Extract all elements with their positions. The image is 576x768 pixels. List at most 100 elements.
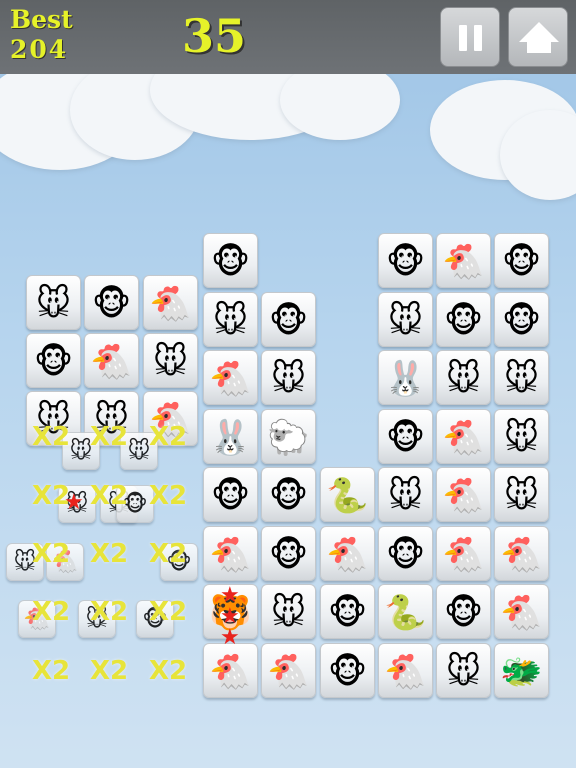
tile-monkey[interactable]: 🐵 [261, 467, 316, 522]
tile-monkey[interactable]: 🐵 [378, 233, 433, 288]
tile-rabbit[interactable]: 🐰 [378, 350, 433, 405]
mouse-icon: 🐭 [152, 341, 189, 382]
tile-monkey[interactable]: 🐵 [378, 409, 433, 464]
monkey-icon: 🐵 [327, 651, 368, 692]
monkey-icon: 🐵 [501, 300, 542, 341]
tile-sheep[interactable]: 🐑 [261, 409, 316, 464]
monkey-icon: 🐵 [327, 592, 368, 633]
multiplier-label: X2 [32, 656, 71, 686]
rooster-icon: 🐔 [442, 534, 485, 575]
monkey-icon: 🐵 [210, 241, 251, 282]
multiplier-label: X2 [149, 597, 188, 627]
tile-mouse[interactable]: 🐭 [378, 292, 433, 347]
tile-rooster[interactable]: 🐔 [378, 643, 433, 698]
rooster-icon: 🐔 [500, 534, 543, 575]
tile-monkey[interactable]: 🐵 [261, 526, 316, 581]
tile-rabbit[interactable]: 🐰 [203, 409, 258, 464]
monkey-icon: 🐵 [268, 534, 309, 575]
multiplier-label: X2 [90, 481, 129, 511]
monkey-icon: 🐵 [33, 341, 74, 382]
tile-monkey[interactable]: 🐵 [320, 643, 375, 698]
multiplier-label: X2 [90, 656, 129, 686]
tile-rooster[interactable]: 🐔 [203, 643, 258, 698]
monkey-icon: 🐵 [501, 241, 542, 282]
tile-mouse[interactable]: 🐭 [203, 292, 258, 347]
mouse-icon: 🐭 [445, 358, 482, 399]
rooster-icon: 🐔 [326, 534, 369, 575]
multiplier-label: X2 [90, 539, 129, 569]
tile-mouse[interactable]: 🐭 [494, 467, 549, 522]
mouse-icon: 🐭 [503, 475, 540, 516]
star-icon: ★ [220, 625, 240, 650]
tile-monkey[interactable]: 🐵 [494, 292, 549, 347]
tile-monkey[interactable]: 🐵 [84, 275, 139, 330]
monkey-icon: 🐵 [268, 300, 309, 341]
tile-rooster[interactable]: 🐔 [494, 526, 549, 581]
tile-mouse[interactable]: 🐭 [494, 409, 549, 464]
multiplier-label: X2 [32, 539, 71, 569]
tile-mouse[interactable]: 🐭 [261, 350, 316, 405]
multiplier-label: X2 [149, 481, 188, 511]
tile-monkey[interactable]: 🐵 [203, 233, 258, 288]
tile-rooster[interactable]: 🐔 [203, 350, 258, 405]
tile-mouse[interactable]: 🐭 [436, 350, 491, 405]
tile-snake[interactable]: 🐍 [320, 467, 375, 522]
rooster-icon: 🐔 [500, 592, 543, 633]
rooster-icon: 🐔 [209, 651, 252, 692]
snake-icon: 🐍 [384, 592, 427, 633]
tile-rooster[interactable]: 🐔 [436, 409, 491, 464]
multiplier-label: X2 [149, 656, 188, 686]
monkey-icon: 🐵 [268, 475, 309, 516]
rabbit-icon: 🐰 [209, 417, 252, 458]
tile-monkey[interactable]: 🐵 [203, 467, 258, 522]
tile-rooster[interactable]: 🐔 [436, 467, 491, 522]
tile-monkey[interactable]: 🐵 [26, 333, 81, 388]
multiplier-label: X2 [149, 422, 188, 452]
tile-mouse[interactable]: 🐭 [261, 584, 316, 639]
multiplier-label: X2 [32, 422, 71, 452]
mouse-icon: 🐭 [212, 300, 249, 341]
tile-monkey[interactable]: 🐵 [436, 584, 491, 639]
mouse-icon: 🐭 [503, 358, 540, 399]
tile-rooster[interactable]: 🐔 [436, 233, 491, 288]
rooster-icon: 🐔 [442, 241, 485, 282]
monkey-icon: 🐵 [443, 592, 484, 633]
monkey-icon: 🐵 [91, 283, 132, 324]
tile-monkey[interactable]: 🐵 [494, 233, 549, 288]
mouse-icon: 🐭 [127, 438, 151, 464]
multiplier-label: X2 [149, 539, 188, 569]
tile-rooster[interactable]: 🐔 [320, 526, 375, 581]
tile-mouse[interactable]: 🐭 [143, 333, 198, 388]
tile-dragon[interactable]: 🐲 [494, 643, 549, 698]
mouse-icon: 🐭 [445, 651, 482, 692]
tile-monkey[interactable]: 🐵 [436, 292, 491, 347]
tile-mouse[interactable]: 🐭 [494, 350, 549, 405]
multiplier-label: X2 [90, 422, 129, 452]
tile-monkey[interactable]: 🐵 [378, 526, 433, 581]
rooster-icon: 🐔 [149, 283, 192, 324]
tile-rooster[interactable]: 🐔 [436, 526, 491, 581]
rooster-icon: 🐔 [267, 651, 310, 692]
mouse-icon: 🐭 [35, 283, 72, 324]
rooster-icon: 🐔 [442, 475, 485, 516]
rooster-icon: 🐔 [442, 417, 485, 458]
tile-rooster[interactable]: 🐔 [143, 275, 198, 330]
sheep-icon: 🐑 [267, 417, 310, 458]
tile-snake[interactable]: 🐍 [378, 584, 433, 639]
monkey-icon: 🐵 [443, 300, 484, 341]
tile-mouse[interactable]: 🐭 [26, 275, 81, 330]
mouse-icon: 🐭 [270, 592, 307, 633]
tile-monkey[interactable]: 🐵 [320, 584, 375, 639]
star-icon: ★ [64, 490, 84, 515]
tile-rooster[interactable]: 🐔 [494, 584, 549, 639]
snake-icon: 🐍 [326, 475, 369, 516]
tile-rooster[interactable]: 🐔 [203, 526, 258, 581]
tile-mouse[interactable]: 🐭 [436, 643, 491, 698]
mouse-icon: 🐭 [387, 475, 424, 516]
tile-rooster[interactable]: 🐔 [84, 333, 139, 388]
mouse-icon: 🐭 [270, 358, 307, 399]
tile-rooster[interactable]: 🐔 [261, 643, 316, 698]
tile-mouse[interactable]: 🐭 [378, 467, 433, 522]
tile-monkey[interactable]: 🐵 [261, 292, 316, 347]
mouse-icon: 🐭 [387, 300, 424, 341]
